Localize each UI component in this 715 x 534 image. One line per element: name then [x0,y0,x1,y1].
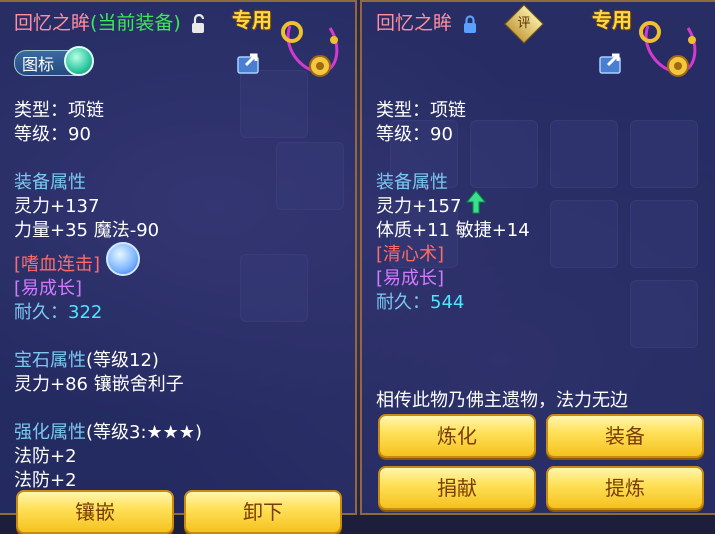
item-name: 回忆之眸 [376,12,453,34]
share-icon[interactable] [236,49,264,75]
toggle-knob [64,46,94,76]
up-arrow-icon [466,190,486,214]
durability-label: 耐久： [14,302,68,323]
gem-level: (等级12) [86,350,159,371]
gem-attr: 宝石属性(等级12) [14,346,159,372]
enhance-stat-2: 法防+2 [14,470,77,491]
enhance-stat-1: 法防+2 [14,446,77,467]
lock-icon[interactable] [462,14,478,34]
necklace-icon [281,21,339,77]
appraise-label: 评 [517,16,531,31]
equipped-tag: (当前装备) [90,12,181,34]
unlock-icon[interactable] [191,13,207,34]
necklace-icon [639,21,697,77]
special-label: 专用 [232,8,272,32]
special-effect: [易成长] [376,268,445,289]
durability-value: 544 [430,292,465,313]
inlay-button[interactable]: 镶嵌 [16,490,174,534]
durability: 耐久：544 [376,288,464,314]
compare-item-panel: 回忆之眸 评 专用 类型：项链 等级：90 装备属性 灵力+157 体质+11 … [360,0,715,515]
durability-label: 耐久： [376,292,430,313]
item-level: 等级：90 [14,124,91,145]
stat-spirit: 灵力+157 [376,196,462,217]
item-level: 等级：90 [376,124,453,145]
equip-attr-header: 装备属性 [376,172,448,193]
special-label: 专用 [592,8,632,32]
spin-icon[interactable] [106,242,140,276]
toggle-label: 图标 [22,55,55,74]
item-title: 回忆之眸 [376,8,478,35]
item-title: 回忆之眸(当前装备) [14,8,207,35]
item-type: 类型：项链 [376,100,466,121]
special-skill: [清心术] [376,244,445,265]
gem-header: 宝石属性 [14,350,86,371]
donate-button[interactable]: 捐献 [378,466,536,510]
icon-toggle[interactable]: 图标 [14,46,96,76]
stat-body-agility: 体质+11 敏捷+14 [376,220,530,241]
share-icon[interactable] [598,49,626,75]
equip-attr-header: 装备属性 [14,172,86,193]
durability-value: 322 [68,302,103,323]
item-description: 相传此物乃佛主遗物，法力无边 [376,390,628,411]
stat-spirit: 灵力+137 [14,196,100,217]
special-skill: [嗜血连击] [14,254,101,275]
gem-stat: 灵力+86 镶嵌舍利子 [14,374,184,395]
purify-button[interactable]: 提炼 [546,466,704,510]
unequip-button[interactable]: 卸下 [184,490,342,534]
equip-button[interactable]: 装备 [546,414,704,458]
enhance-attr: 强化属性(等级3:★★★) [14,418,202,444]
special-effect: [易成长] [14,278,83,299]
stat-strength-magic: 力量+35 魔法-90 [14,220,160,241]
refine-button[interactable]: 炼化 [378,414,536,458]
durability: 耐久：322 [14,298,102,324]
enhance-level: (等级3:★★★) [86,422,202,443]
item-name: 回忆之眸 [14,12,91,34]
item-type: 类型：项链 [14,100,104,121]
appraise-icon[interactable]: 评 [504,4,544,44]
equipped-item-panel: 回忆之眸(当前装备) 专用 图标 类型：项链 等级：90 装备属性 灵力+137… [0,0,357,534]
enhance-header: 强化属性 [14,422,86,443]
